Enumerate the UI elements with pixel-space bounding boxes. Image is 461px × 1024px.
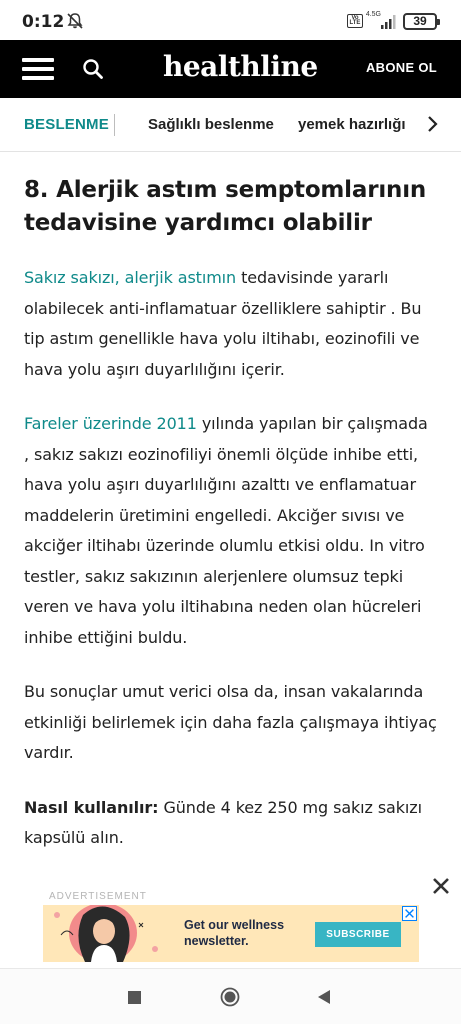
ad-choices-close-icon[interactable]	[402, 906, 417, 921]
link-allergic-asthma[interactable]: Sakız sakızı, alerjik astımın	[24, 268, 236, 287]
battery-icon: 39	[403, 13, 440, 30]
section-heading: 8. Alerjik astım semptomlarının tedavisi…	[24, 177, 427, 236]
usage-label: Nasıl kullanılır:	[24, 797, 159, 817]
system-nav-bar	[0, 968, 461, 1024]
subscribe-link[interactable]: ABONE OL	[366, 60, 437, 75]
menu-icon[interactable]	[22, 58, 54, 80]
category-primary[interactable]: BESLENME	[24, 116, 109, 133]
site-logo[interactable]: healthline	[163, 50, 318, 83]
category-divider	[114, 114, 115, 136]
status-bar: 0:12 Vo LTE 4.5G 39	[0, 0, 461, 40]
status-time: 0:12	[22, 12, 65, 32]
category-item-healthy-eating[interactable]: Sağlıklı beslenme	[148, 116, 274, 133]
category-item-meal-prep[interactable]: yemek hazırlığı	[298, 116, 406, 133]
notifications-off-icon	[67, 13, 83, 29]
search-icon[interactable]	[82, 58, 104, 80]
paragraph-2-text: yılında yapılan bir çalışmada , sakız sa…	[24, 414, 428, 647]
recent-apps-icon[interactable]	[128, 991, 141, 1004]
paragraph-4: Nasıl kullanılır: Günde 4 kez 250 mg sak…	[24, 793, 437, 854]
ad-text-line-1: Get our wellness	[184, 918, 285, 932]
site-header: healthline ABONE OL	[0, 40, 461, 98]
ad-subscribe-button[interactable]: SUBSCRIBE	[315, 922, 401, 947]
back-icon[interactable]	[315, 988, 333, 1006]
link-mice-study-2011[interactable]: Fareler üzerinde 2011	[24, 414, 197, 433]
advertisement-label: ADVERTISEMENT	[49, 891, 147, 902]
ad-woman-illustration	[43, 905, 173, 962]
home-icon[interactable]	[220, 987, 240, 1007]
chevron-right-icon[interactable]	[425, 114, 439, 134]
paragraph-3: Bu sonuçlar umut verici olsa da, insan v…	[24, 682, 437, 762]
signal-icon	[381, 15, 396, 29]
volte-icon: Vo LTE	[347, 14, 363, 28]
article-body: 8. Alerjik astım semptomlarının tedavisi…	[0, 152, 461, 854]
ad-text: Get our wellness newsletter.	[184, 917, 284, 949]
close-icon[interactable]	[431, 876, 451, 896]
ad-text-line-2: newsletter.	[184, 934, 249, 948]
ad-banner[interactable]: Get our wellness newsletter. SUBSCRIBE	[43, 905, 419, 962]
network-type: 4.5G	[365, 11, 381, 18]
category-nav: BESLENME Sağlıklı beslenme yemek hazırlı…	[0, 98, 461, 152]
paragraph-1: Sakız sakızı, alerjik astımın tedavisind…	[24, 263, 437, 385]
paragraph-2: Fareler üzerinde 2011 yılında yapılan bi…	[24, 409, 437, 653]
